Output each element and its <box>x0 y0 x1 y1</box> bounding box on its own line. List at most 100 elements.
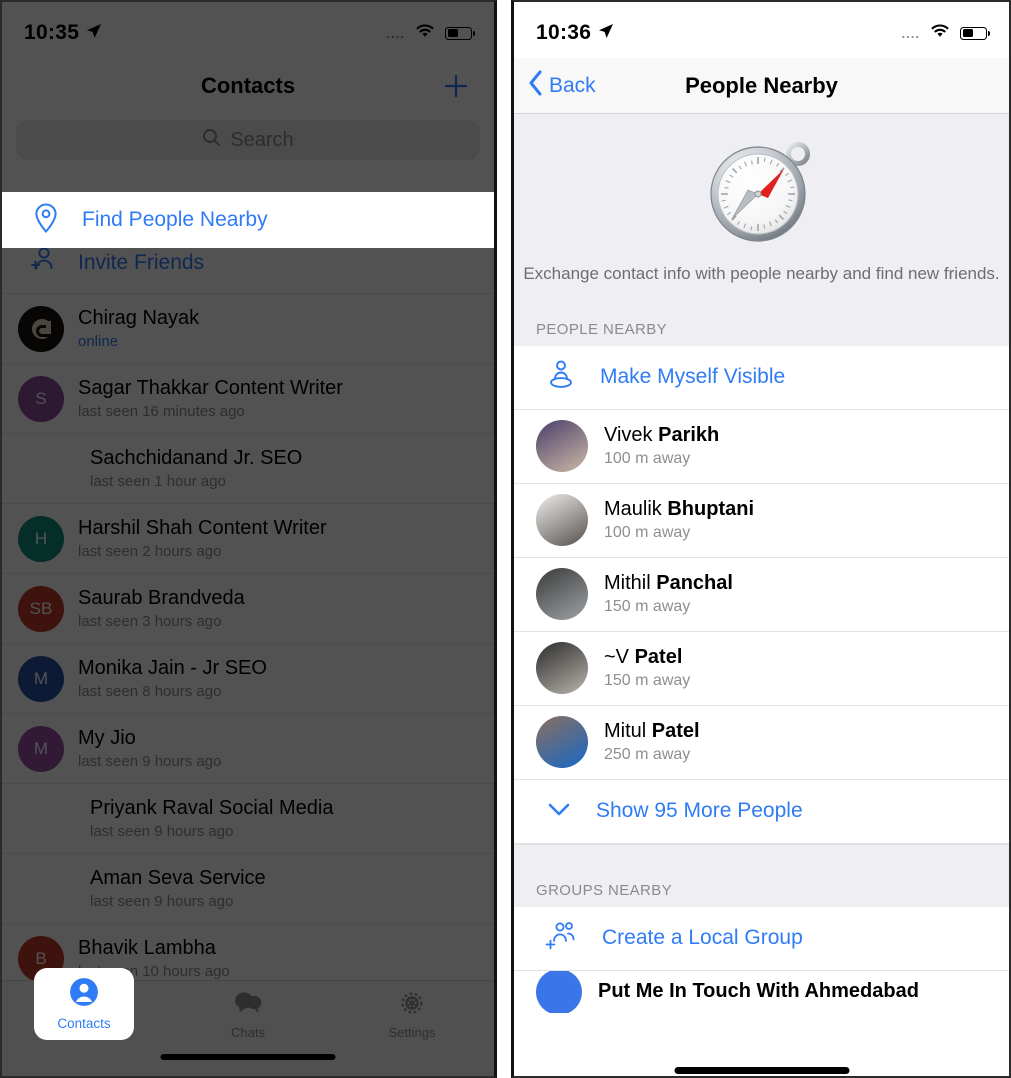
make-myself-visible-row[interactable]: Make Myself Visible <box>514 345 1009 410</box>
tab-settings[interactable]: Settings <box>330 989 494 1040</box>
contact-row[interactable]: M My Jio last seen 9 hours ago <box>2 714 494 784</box>
person-first-name: Vivek <box>604 424 659 447</box>
nav-bar-right: Back People Nearby <box>514 58 1009 114</box>
avatar: H <box>18 515 64 562</box>
status-bar-time-group: 10:35 <box>24 21 102 45</box>
contact-status: last seen 3 hours ago <box>78 613 222 630</box>
nav-bar-left: Contacts <box>2 58 494 114</box>
person-distance: 100 m away <box>604 450 691 468</box>
section-gap <box>514 843 1009 864</box>
chat-bubbles-icon <box>233 989 263 1022</box>
person-nearby-row[interactable]: ~V Patel 150 m away <box>514 631 1009 706</box>
contact-meta: My Jio last seen 9 hours ago <box>78 727 221 770</box>
contact-meta: Sachchidanand Jr. SEO last seen 1 hour ag… <box>90 447 302 490</box>
find-people-nearby-row[interactable]: Find People Nearby <box>2 192 494 248</box>
contact-name: Sagar Thakkar Content Writer <box>78 377 343 399</box>
contact-meta: Chirag Nayak online <box>78 307 199 350</box>
location-arrow-icon <box>598 21 614 45</box>
contacts-screen: 10:35 .... Contacts Search Invite Friend… <box>2 2 494 1076</box>
location-arrow-icon <box>86 21 102 45</box>
avatar <box>536 716 588 769</box>
contact-row[interactable]: M Monika Jain - Jr SEO last seen 8 hours a… <box>2 644 494 714</box>
right-phone-screen: 10:36 .... Back People Nearby Exchange c… <box>511 0 1011 1078</box>
show-more-people-row[interactable]: Show 95 More People <box>514 779 1009 844</box>
person-distance: 150 m away <box>604 598 691 616</box>
wifi-icon <box>414 23 436 44</box>
contact-row[interactable]: Priyank Raval Social Media last seen 9 ho… <box>2 784 494 854</box>
contact-row[interactable]: H Harshil Shah Content Writer last seen 2 … <box>2 504 494 574</box>
person-last-name: Patel <box>634 646 683 669</box>
contact-name: Harshil Shah Content Writer <box>78 517 327 539</box>
status-time-right: 10:36 <box>536 21 592 44</box>
contact-row[interactable]: Chirag Nayak online <box>2 294 494 364</box>
contact-status: last seen 9 hours ago <box>78 753 222 770</box>
person-first-name: Maulik <box>604 498 668 521</box>
contact-status: last seen 1 hour ago <box>90 473 226 490</box>
page-title-right: People Nearby <box>685 72 838 98</box>
person-meta: Vivek Parikh 100 m away <box>604 424 719 468</box>
contact-meta: Harshil Shah Content Writer last seen 2 h… <box>78 517 327 560</box>
contact-name: Chirag Nayak <box>78 307 200 329</box>
person-meta: Mithil Panchal 150 m away <box>604 572 733 616</box>
create-local-group-row[interactable]: Create a Local Group <box>514 906 1009 971</box>
people-nearby-section-header: PEOPLE NEARBY <box>514 302 1009 346</box>
group-avatar <box>536 970 582 1013</box>
contact-row[interactable]: Aman Seva Service last seen 9 hours ago <box>2 854 494 924</box>
screenshot-stage: 10:35 .... Contacts Search Invite Friend… <box>0 0 1011 1078</box>
avatar: S <box>18 375 64 422</box>
contact-name: My Jio <box>78 727 136 749</box>
tab-contacts-spotlight[interactable]: Contacts <box>34 968 134 1040</box>
contact-meta: Monika Jain - Jr SEO last seen 8 hours ag… <box>78 657 267 700</box>
search-icon <box>202 128 221 152</box>
person-distance: 250 m away <box>604 746 691 764</box>
contact-meta: Priyank Raval Social Media last seen 9 ho… <box>90 797 333 840</box>
search-input[interactable]: Search <box>16 120 480 160</box>
contact-row[interactable]: Sachchidanand Jr. SEO last seen 1 hour ag… <box>2 434 494 504</box>
group-row-partial[interactable]: Put Me In Touch With Ahmedabad <box>514 970 1009 1013</box>
contact-meta: Saurab Brandveda last seen 3 hours ago <box>78 587 245 630</box>
back-label: Back <box>549 73 596 97</box>
contact-name: Priyank Raval Social Media <box>90 797 334 819</box>
avatar <box>536 642 588 695</box>
person-circle-icon <box>69 977 99 1012</box>
person-last-name: Panchal <box>656 572 733 595</box>
group-add-icon <box>544 920 580 957</box>
contact-status: last seen 16 minutes ago <box>78 403 245 420</box>
status-bar-time-group-right: 10:36 <box>536 21 614 45</box>
status-bar-right: 10:36 .... <box>514 2 1009 58</box>
contact-status: last seen 2 hours ago <box>78 543 222 560</box>
person-distance: 100 m away <box>604 524 691 542</box>
signal-dots-icon: .... <box>901 25 920 41</box>
person-meta: Maulik Bhuptani 100 m away <box>604 498 754 542</box>
person-nearby-row[interactable]: Mithil Panchal 150 m away <box>514 557 1009 632</box>
person-nearby-row[interactable]: Vivek Parikh 100 m away <box>514 409 1009 484</box>
tab-contacts-spotlight-label: Contacts <box>57 1016 111 1031</box>
invite-friends-label: Invite Friends <box>78 250 205 274</box>
contact-status: last seen 9 hours ago <box>90 893 234 910</box>
avatar <box>536 420 588 473</box>
back-button[interactable]: Back <box>528 70 596 102</box>
person-name: Mithil Panchal <box>604 572 733 595</box>
person-distance: 150 m away <box>604 672 691 690</box>
contact-name: Aman Seva Service <box>90 867 266 889</box>
battery-icon <box>960 26 990 40</box>
contact-row[interactable]: SB Saurab Brandveda last seen 3 hours ago <box>2 574 494 644</box>
person-name: Maulik Bhuptani <box>604 498 754 521</box>
compass-icon <box>706 136 818 248</box>
person-nearby-row[interactable]: Mitul Patel 250 m away <box>514 705 1009 780</box>
groups-nearby-section-header: GROUPS NEARBY <box>514 863 1009 907</box>
contact-status: last seen 8 hours ago <box>78 683 222 700</box>
left-phone-screen: 10:35 .... Contacts Search Invite Friend… <box>0 0 497 1078</box>
contact-name: Saurab Brandveda <box>78 587 245 609</box>
contact-row[interactable]: S Sagar Thakkar Content Writer last seen 1… <box>2 364 494 434</box>
contact-status: last seen 9 hours ago <box>90 823 234 840</box>
tab-chats-label: Chats <box>231 1025 265 1040</box>
contact-meta: Aman Seva Service last seen 9 hours ago <box>90 867 266 910</box>
make-myself-visible-label: Make Myself Visible <box>600 365 786 389</box>
person-last-name: Bhuptani <box>667 498 755 521</box>
contact-status: online <box>78 333 119 350</box>
person-nearby-row[interactable]: Maulik Bhuptani 100 m away <box>514 483 1009 558</box>
tab-chats[interactable]: Chats <box>166 989 330 1040</box>
add-contact-button[interactable] <box>442 72 470 100</box>
status-bar-indicators: .... <box>387 23 475 44</box>
